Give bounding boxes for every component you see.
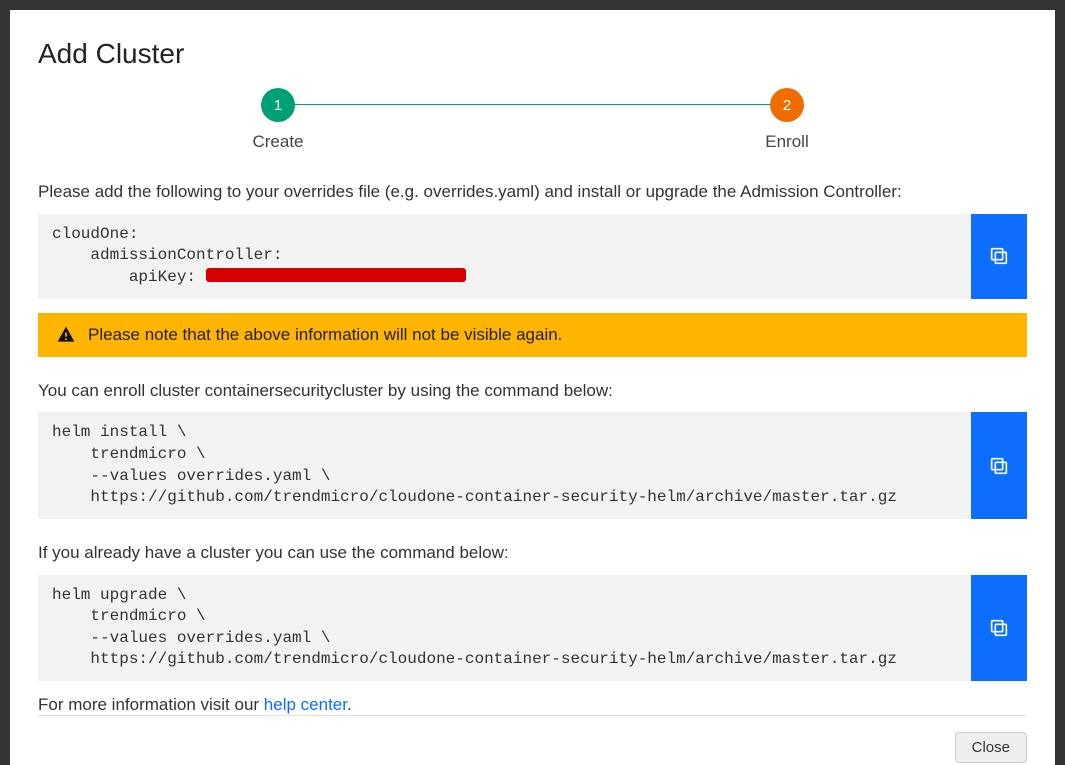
close-button[interactable]: Close	[955, 732, 1027, 763]
upgrade-code-block: helm upgrade \ trendmicro \ --values ove…	[38, 575, 1027, 681]
enroll-instruction: You can enroll cluster containersecurity…	[38, 379, 1027, 403]
upgrade-code: helm upgrade \ trendmicro \ --values ove…	[38, 575, 971, 681]
warning-icon	[56, 325, 76, 345]
add-cluster-modal: Add Cluster 1 Create 2 Enroll Please add…	[10, 10, 1055, 765]
help-center-link[interactable]: help center	[264, 695, 347, 714]
modal-footer: Close	[38, 715, 1027, 763]
install-code: helm install \ trendmicro \ --values ove…	[38, 412, 971, 518]
warning-banner: Please note that the above information w…	[38, 313, 1027, 357]
step-create: 1 Create	[248, 88, 308, 152]
overrides-instruction: Please add the following to your overrid…	[38, 180, 1027, 204]
copy-overrides-button[interactable]	[971, 214, 1027, 299]
step-enroll: 2 Enroll	[757, 88, 817, 152]
copy-upgrade-button[interactable]	[971, 575, 1027, 681]
help-suffix: .	[347, 695, 352, 714]
stepper: 1 Create 2 Enroll	[248, 88, 817, 152]
step-1-label: Create	[252, 132, 303, 152]
help-prefix: For more information visit our	[38, 695, 264, 714]
install-code-block: helm install \ trendmicro \ --values ove…	[38, 412, 1027, 518]
help-line: For more information visit our help cent…	[38, 695, 1027, 715]
warning-text: Please note that the above information w…	[88, 325, 562, 345]
step-2-label: Enroll	[765, 132, 808, 152]
copy-install-button[interactable]	[971, 412, 1027, 518]
copy-icon	[988, 617, 1010, 639]
upgrade-instruction: If you already have a cluster you can us…	[38, 541, 1027, 565]
step-1-circle: 1	[261, 88, 295, 122]
copy-icon	[988, 245, 1010, 267]
stepper-line	[278, 104, 787, 105]
overrides-code-block: cloudOne: admissionController: apiKey:	[38, 214, 1027, 299]
overrides-code: cloudOne: admissionController: apiKey:	[38, 214, 971, 299]
api-key-redacted	[206, 268, 466, 282]
copy-icon	[988, 455, 1010, 477]
modal-title: Add Cluster	[38, 38, 1027, 70]
step-2-circle: 2	[770, 88, 804, 122]
